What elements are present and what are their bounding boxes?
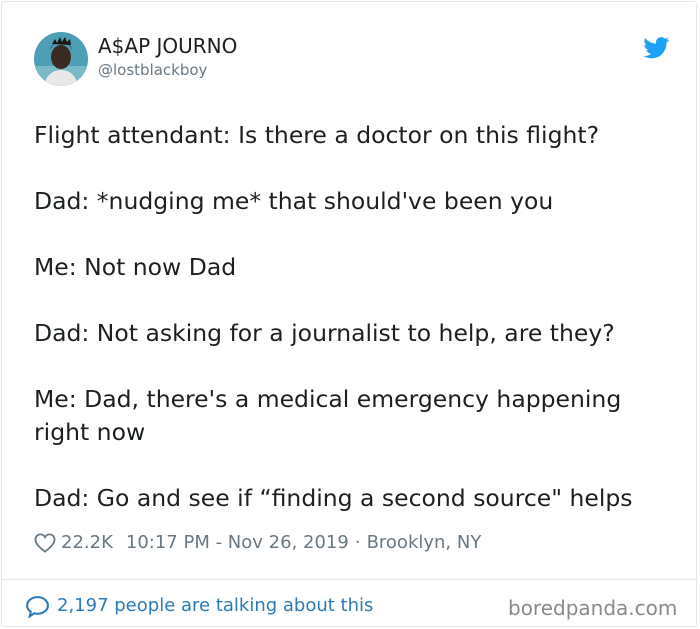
author-handle[interactable]: @lostblackboy (98, 60, 207, 80)
tweet-line: Me: Dad, there's a medical emergency hap… (34, 385, 622, 413)
twitter-bird-icon[interactable] (643, 37, 670, 59)
heart-outline-icon[interactable] (34, 533, 56, 553)
tweet-text: Flight attendant: Is there a doctor on t… (34, 119, 674, 515)
author-name[interactable]: A$AP JOURNO (98, 34, 237, 58)
meta-separator: · (354, 532, 361, 553)
conversation-link[interactable]: 2,197 people are talking about this (25, 593, 373, 619)
tweet-line: Dad: Go and see if “finding a second sou… (34, 484, 633, 512)
tweet-line: Dad: Not asking for a journalist to help… (34, 319, 615, 347)
tweet-line: right now (34, 418, 146, 446)
like-count[interactable]: 22.2K (61, 531, 113, 555)
tweet-line: Flight attendant: Is there a doctor on t… (34, 121, 600, 149)
timestamp[interactable]: 10:17 PM - Nov 26, 2019 (126, 531, 349, 555)
tweet-line: Me: Not now Dad (34, 253, 237, 281)
watermark: boredpanda.com (508, 596, 678, 620)
tweet-meta: 22.2K 10:17 PM - Nov 26, 2019 · Brooklyn… (34, 531, 481, 555)
avatar-image (34, 32, 88, 86)
conversation-count-label: 2,197 people are talking about this (57, 595, 374, 616)
location[interactable]: Brooklyn, NY (367, 531, 482, 555)
divider (2, 579, 698, 580)
tweet-card: A$AP JOURNO @lostblackboy Flight attenda… (1, 1, 698, 627)
tweet-line: Dad: *nudging me* that should've been yo… (34, 187, 554, 215)
speech-bubble-icon (26, 595, 49, 618)
avatar[interactable] (34, 32, 88, 86)
